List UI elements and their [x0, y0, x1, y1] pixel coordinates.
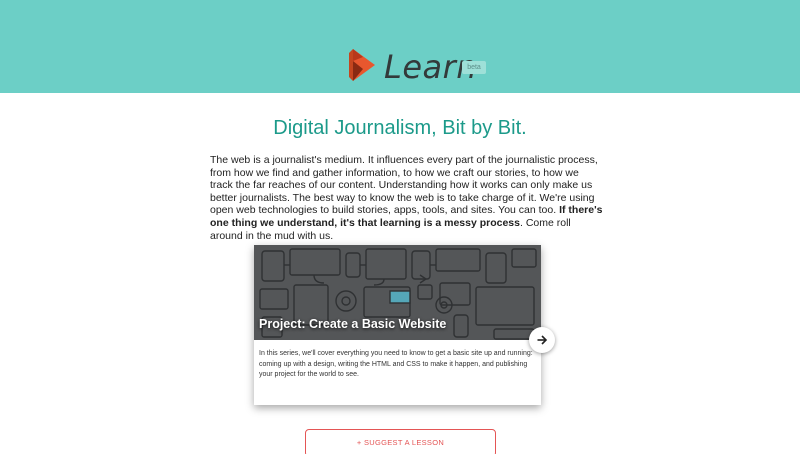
orange-flag-logo-icon[interactable]: [349, 47, 379, 83]
intro-paragraph: The web is a journalist's medium. It inf…: [210, 154, 604, 242]
intro-text: The web is a journalist's medium. It inf…: [210, 154, 598, 217]
card-description: In this series, we'll cover everything y…: [259, 350, 533, 379]
card-title[interactable]: Project: Create a Basic Website: [259, 317, 446, 331]
arrow-right-icon: [537, 335, 548, 345]
next-card-button[interactable]: [529, 327, 555, 353]
suggest-lesson-button[interactable]: + SUGGEST A LESSON: [305, 429, 496, 454]
site-header: Learn beta: [0, 0, 800, 93]
beta-badge: beta: [462, 61, 486, 74]
lesson-card[interactable]: Project: Create a Basic Website In this …: [254, 245, 541, 405]
page-headline: Digital Journalism, Bit by Bit.: [273, 117, 527, 139]
card-image[interactable]: Project: Create a Basic Website: [254, 245, 541, 340]
